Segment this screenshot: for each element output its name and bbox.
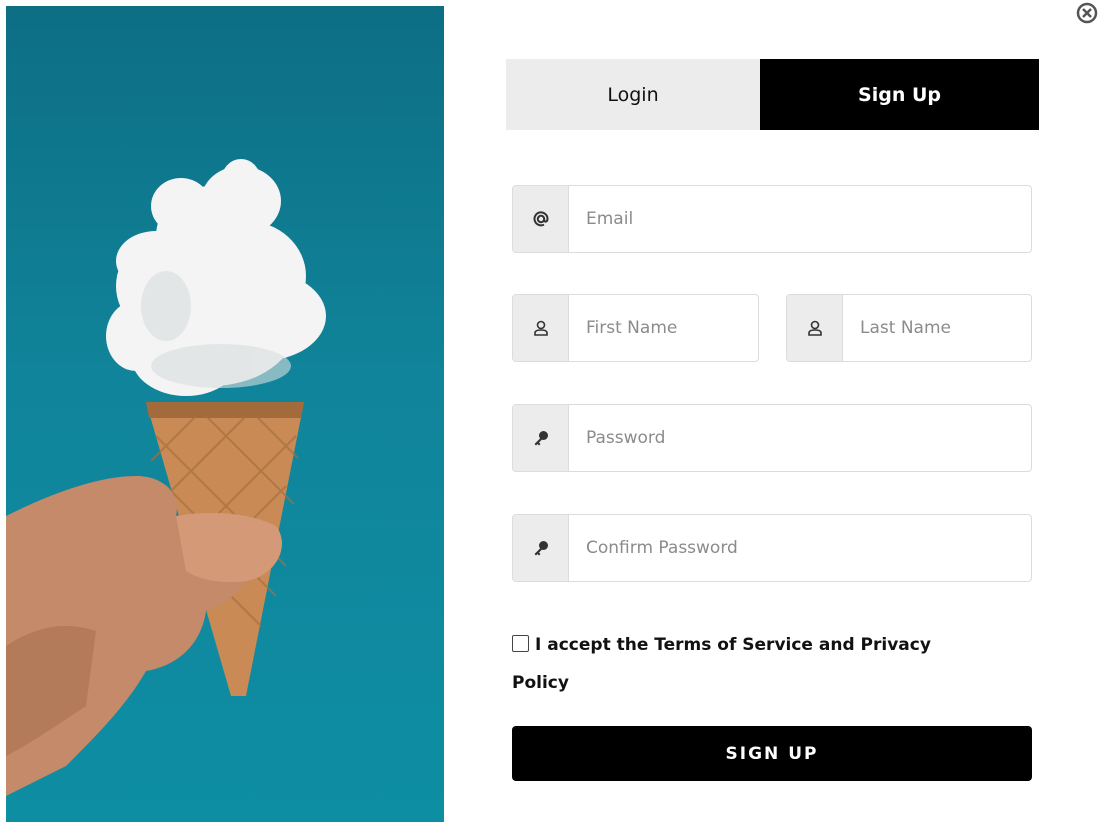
hero-image	[6, 6, 444, 822]
last-name-field-group	[786, 294, 1032, 362]
last-name-input[interactable]	[843, 295, 1031, 361]
user-icon	[787, 295, 843, 361]
user-icon	[513, 295, 569, 361]
key-icon	[513, 515, 569, 581]
confirm-password-field-group	[512, 514, 1032, 582]
auth-tabs: Login Sign Up	[506, 59, 1039, 130]
close-icon[interactable]	[1076, 2, 1103, 24]
at-icon	[513, 186, 569, 252]
tab-signup[interactable]: Sign Up	[760, 59, 1039, 130]
sign-up-button[interactable]: SIGN UP	[512, 726, 1032, 781]
tab-login[interactable]: Login	[506, 59, 760, 130]
email-input[interactable]	[569, 186, 1031, 252]
email-field-group	[512, 185, 1032, 253]
first-name-input[interactable]	[569, 295, 758, 361]
key-icon	[513, 405, 569, 471]
first-name-field-group	[512, 294, 759, 362]
terms-checkbox-row[interactable]: I accept the Terms of Service and Privac…	[512, 626, 992, 702]
password-field-group	[512, 404, 1032, 472]
confirm-password-input[interactable]	[569, 515, 1031, 581]
terms-label[interactable]: I accept the Terms of Service and Privac…	[512, 635, 931, 693]
ice-cream-cloud-illustration	[6, 159, 326, 796]
terms-checkbox[interactable]	[512, 635, 529, 652]
password-input[interactable]	[569, 405, 1031, 471]
